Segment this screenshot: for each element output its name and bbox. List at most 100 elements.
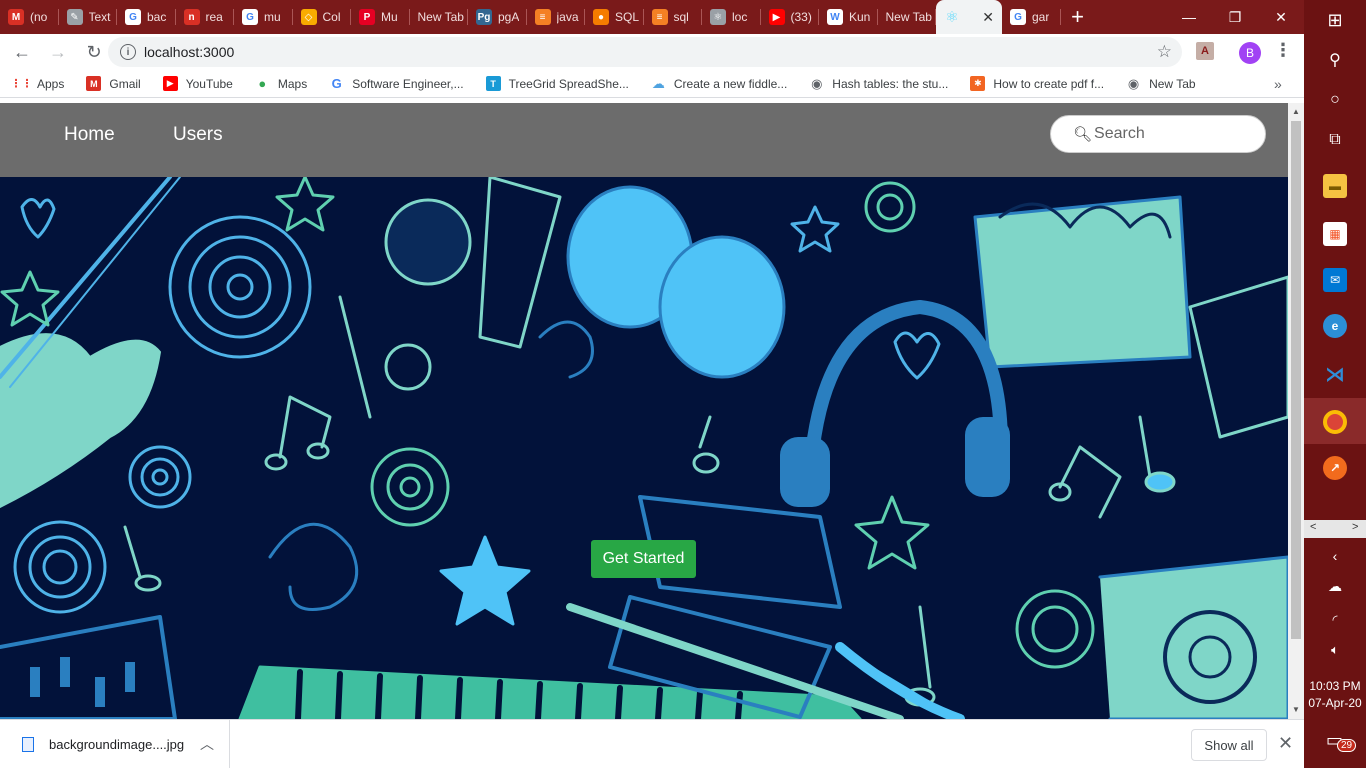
restore-icon[interactable]: ❐	[1212, 0, 1258, 34]
search-input[interactable]	[1094, 125, 1255, 143]
pinterest-icon: P	[359, 9, 375, 25]
bookmark-item[interactable]: ✱ How to create pdf f...	[970, 76, 1104, 91]
browser-tab[interactable]: M (no	[0, 0, 59, 34]
browser-tab[interactable]: ✎ Text	[59, 0, 118, 34]
tab-title: gar	[1032, 10, 1050, 24]
page-scrollbar[interactable]: ▲ ▼	[1288, 103, 1304, 719]
scroll-down-icon[interactable]: ▼	[1292, 705, 1300, 714]
tab-strip: M (no ✎ Text Gbac n rea Gmu ◇ Col P Mu New Tab Pg pgA ≡…	[0, 0, 1304, 34]
diamond-icon: ◇	[300, 9, 317, 25]
bookmark-item[interactable]: ◉ New Tab	[1126, 76, 1196, 91]
bookmark-star-icon[interactable]: ☆	[1157, 42, 1172, 62]
minimize-icon[interactable]: —	[1166, 0, 1212, 34]
browser-tab[interactable]: P Mu	[351, 0, 410, 34]
show-hidden-icons-chevron[interactable]: ‹	[1323, 544, 1347, 568]
mail-icon[interactable]: ✉	[1323, 268, 1347, 292]
browser-tab[interactable]: ◇ Col	[293, 0, 352, 34]
download-item[interactable]: backgroundimage....jpg ︿	[0, 720, 230, 768]
clock-time: 10:03 PM	[1309, 679, 1361, 693]
wifi-icon[interactable]: ◜	[1323, 608, 1347, 632]
bookmark-item[interactable]: T TreeGrid SpreadShe...	[485, 76, 629, 91]
download-shelf: backgroundimage....jpg ︿ Show all ✕	[0, 719, 1304, 768]
stackoverflow-icon: ≡	[534, 9, 551, 25]
browser-tab[interactable]: ≡ sql	[644, 0, 703, 34]
get-started-button[interactable]: Get Started	[591, 540, 696, 578]
postman-icon[interactable]: ↗	[1323, 456, 1347, 480]
red-doc-icon: n	[183, 9, 200, 25]
react-icon: ⚛	[945, 9, 959, 26]
youtube-icon: ▶	[162, 76, 178, 91]
chevron-right-icon[interactable]: >	[1352, 521, 1358, 533]
pgadmin-icon: Pg	[476, 9, 492, 25]
site-info-icon[interactable]: i	[120, 44, 136, 60]
forward-icon[interactable]: →	[42, 36, 74, 68]
close-window-icon[interactable]: ✕	[1258, 0, 1304, 34]
chevron-up-icon[interactable]: ︿	[200, 734, 214, 754]
bookmark-item[interactable]: ● Maps	[255, 76, 307, 91]
volume-icon[interactable]: 🔈︎	[1323, 638, 1347, 662]
onedrive-icon[interactable]: ☁	[1323, 574, 1347, 598]
wikipedia-icon: W	[827, 9, 843, 25]
chrome-menu-icon[interactable]: ⋮	[1274, 40, 1292, 61]
tab-title: java	[556, 10, 579, 24]
task-view-icon[interactable]: ⧉	[1323, 128, 1347, 152]
browser-tab[interactable]: New Tab	[878, 0, 937, 34]
file-explorer-icon[interactable]: ▬	[1323, 174, 1347, 198]
browser-tab[interactable]: ⚛ ✕	[936, 0, 1002, 34]
profile-avatar[interactable]: B	[1239, 42, 1261, 64]
show-all-button[interactable]: Show all	[1191, 729, 1267, 761]
bookmark-item[interactable]: ⋮⋮ Apps	[11, 76, 65, 91]
new-tab-icon[interactable]: +	[1061, 0, 1095, 34]
cortana-icon[interactable]: ○	[1323, 88, 1347, 112]
orange-circle-icon: ●	[593, 9, 609, 25]
browser-tab[interactable]: Gbac	[117, 0, 176, 34]
bookmark-label: Gmail	[109, 76, 141, 91]
browser-tab[interactable]: ▶ (33)	[761, 0, 820, 34]
windows-start-icon[interactable]: ⊞	[1323, 8, 1347, 32]
browser-toolbar: ← → ↻ i localhost:3000 ☆ A B ⋮	[0, 34, 1304, 70]
chevron-left-icon[interactable]: <	[1310, 521, 1316, 533]
browser-tab[interactable]: ● SQL	[585, 0, 644, 34]
bookmark-item[interactable]: G Software Engineer,...	[329, 76, 464, 91]
bookmark-item[interactable]: ◉ Hash tables: the stu...	[809, 76, 948, 91]
browser-tab[interactable]: New Tab	[410, 0, 469, 34]
browser-tab[interactable]: n rea	[176, 0, 235, 34]
url-text[interactable]: localhost:3000	[144, 44, 234, 60]
download-filename[interactable]: backgroundimage....jpg	[49, 737, 184, 752]
bookmark-item[interactable]: M Gmail	[86, 76, 141, 91]
taskbar-overflow-scroller[interactable]: < >	[1304, 520, 1366, 538]
bookmark-label: Create a new fiddle...	[673, 76, 788, 91]
browser-tab[interactable]: W Kun	[819, 0, 878, 34]
browser-tab[interactable]: ⚛ loc	[702, 0, 761, 34]
pdf-extension-icon[interactable]: A	[1196, 42, 1214, 60]
reload-icon[interactable]: ↻	[78, 36, 110, 68]
treegrid-icon: T	[485, 76, 501, 91]
edge-icon[interactable]: e	[1323, 314, 1347, 338]
nav-users-link[interactable]: Users	[173, 124, 223, 146]
chrome-icon[interactable]	[1323, 410, 1347, 434]
close-tab-icon[interactable]: ✕	[982, 9, 994, 26]
system-clock[interactable]: 10:03 PM 07-Apr-20	[1304, 678, 1366, 712]
store-icon[interactable]: ▦	[1323, 222, 1347, 246]
scroll-up-icon[interactable]: ▲	[1292, 107, 1300, 116]
nav-home-link[interactable]: Home	[64, 124, 115, 146]
search-field[interactable]: 🔍︎	[1050, 115, 1266, 153]
close-downloads-icon[interactable]: ✕	[1278, 733, 1293, 754]
bookmark-label: Apps	[37, 76, 65, 91]
google-icon: G	[1010, 9, 1026, 25]
browser-tab[interactable]: ≡ java	[527, 0, 586, 34]
google-icon: G	[242, 9, 258, 25]
tab-title: Kun	[849, 10, 871, 24]
bookmark-item[interactable]: ▶ YouTube	[162, 76, 233, 91]
back-icon[interactable]: ←	[6, 36, 38, 68]
vscode-icon[interactable]: ⋊	[1323, 362, 1347, 386]
bookmark-item[interactable]: ☁ Create a new fiddle...	[651, 76, 787, 91]
browser-tab[interactable]: Ggar	[1002, 0, 1061, 34]
browser-tab[interactable]: Pg pgA	[468, 0, 527, 34]
browser-tab[interactable]: Gmu	[234, 0, 293, 34]
tab-title: Text	[88, 10, 111, 24]
address-bar[interactable]: i localhost:3000 ☆	[108, 37, 1182, 67]
scrollbar-thumb[interactable]	[1291, 121, 1301, 639]
globe-icon: ◉	[811, 75, 823, 91]
search-icon[interactable]: ⚲	[1323, 48, 1347, 72]
